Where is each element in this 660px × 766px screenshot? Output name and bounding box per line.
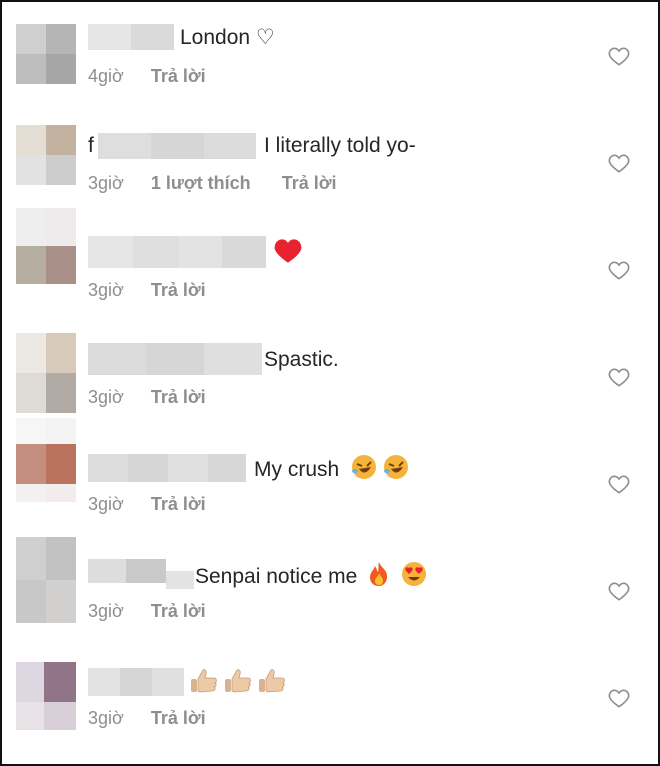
comment-item: Spastic. 3giờ Trả lời — [2, 323, 658, 430]
avatar[interactable] — [16, 537, 76, 623]
comment-text-label: Senpai notice me — [195, 565, 358, 589]
username-initial[interactable]: f — [88, 133, 94, 159]
reply-button[interactable]: Trả lời — [151, 494, 206, 514]
username-blurred[interactable] — [88, 559, 194, 589]
username-blurred[interactable] — [88, 236, 266, 268]
comment-time: 3giờ — [88, 280, 124, 300]
username-blurred[interactable] — [88, 24, 174, 50]
username-blurred[interactable] — [88, 668, 184, 696]
comment-time: 3giờ — [88, 494, 124, 514]
comment-time: 3giờ — [88, 387, 124, 407]
avatar[interactable] — [16, 418, 76, 502]
comment-text: Spastic. — [264, 348, 339, 371]
heart-outline-icon[interactable] — [608, 474, 630, 494]
heart-outline-icon[interactable] — [608, 260, 630, 280]
avatar[interactable] — [16, 24, 76, 84]
comment-item: 3giờ Trả lời — [2, 208, 658, 323]
comment-meta: 4giờ Trả lời — [88, 65, 206, 87]
comment-text: I literally told yo- — [264, 134, 416, 157]
comment-text: My crush — [254, 454, 409, 487]
comment-text: Senpai notice me — [195, 561, 427, 594]
comment-item: London ♡ 4giờ Trả lời — [2, 2, 658, 109]
comment-text-label: My crush — [254, 458, 340, 482]
heart-outline-icon[interactable] — [608, 581, 630, 601]
fire-emoji — [367, 561, 391, 594]
avatar[interactable] — [16, 208, 76, 284]
reply-button[interactable]: Trả lời — [151, 280, 206, 300]
avatar[interactable] — [16, 333, 76, 413]
comment-item: My crush 3giờ Trả lời — [2, 418, 658, 537]
username-blurred[interactable] — [88, 454, 246, 482]
heart-eyes-emoji — [401, 561, 427, 594]
comment-meta: 3giờ Trả lời — [88, 279, 206, 301]
comment-item: Senpai notice me 3giờ Trả lời — [2, 537, 658, 644]
comments-panel: London ♡ 4giờ Trả lời f I literally told… — [0, 0, 660, 766]
comment-item: 3giờ Trả lời — [2, 644, 658, 751]
reply-button[interactable]: Trả lời — [151, 66, 206, 86]
comment-text: London ♡ — [180, 26, 275, 49]
reply-button[interactable]: Trả lời — [282, 173, 337, 193]
comment-time: 4giờ — [88, 66, 124, 86]
avatar[interactable] — [16, 662, 76, 730]
comment-meta: 3giờ Trả lời — [88, 493, 206, 515]
red-heart-emoji — [274, 238, 302, 271]
comment-meta: 3giờ 1 lượt thích Trả lời — [88, 172, 337, 194]
comment-text — [190, 668, 286, 701]
comment-meta: 3giờ Trả lời — [88, 707, 206, 729]
comment-item: f I literally told yo- 3giờ 1 lượt thích… — [2, 109, 658, 216]
reply-button[interactable]: Trả lời — [151, 601, 206, 621]
heart-outline-icon[interactable] — [608, 153, 630, 173]
reply-button[interactable]: Trả lời — [151, 708, 206, 728]
comment-time: 3giờ — [88, 173, 124, 193]
comment-meta: 3giờ Trả lời — [88, 600, 206, 622]
thumbs-up-emoji — [258, 668, 286, 701]
rofl-emoji — [351, 454, 377, 487]
rofl-emoji — [383, 454, 409, 487]
reply-button[interactable]: Trả lời — [151, 387, 206, 407]
avatar[interactable] — [16, 125, 76, 185]
heart-outline-icon[interactable] — [608, 367, 630, 387]
likes-count[interactable]: 1 lượt thích — [151, 173, 251, 193]
username-blurred[interactable] — [88, 343, 262, 375]
heart-outline-icon[interactable] — [608, 46, 630, 66]
thumbs-up-emoji — [190, 668, 218, 701]
username-blurred[interactable] — [98, 133, 256, 159]
comment-time: 3giờ — [88, 708, 124, 728]
comment-time: 3giờ — [88, 601, 124, 621]
comment-meta: 3giờ Trả lời — [88, 386, 206, 408]
thumbs-up-emoji — [224, 668, 252, 701]
heart-outline-icon[interactable] — [608, 688, 630, 708]
